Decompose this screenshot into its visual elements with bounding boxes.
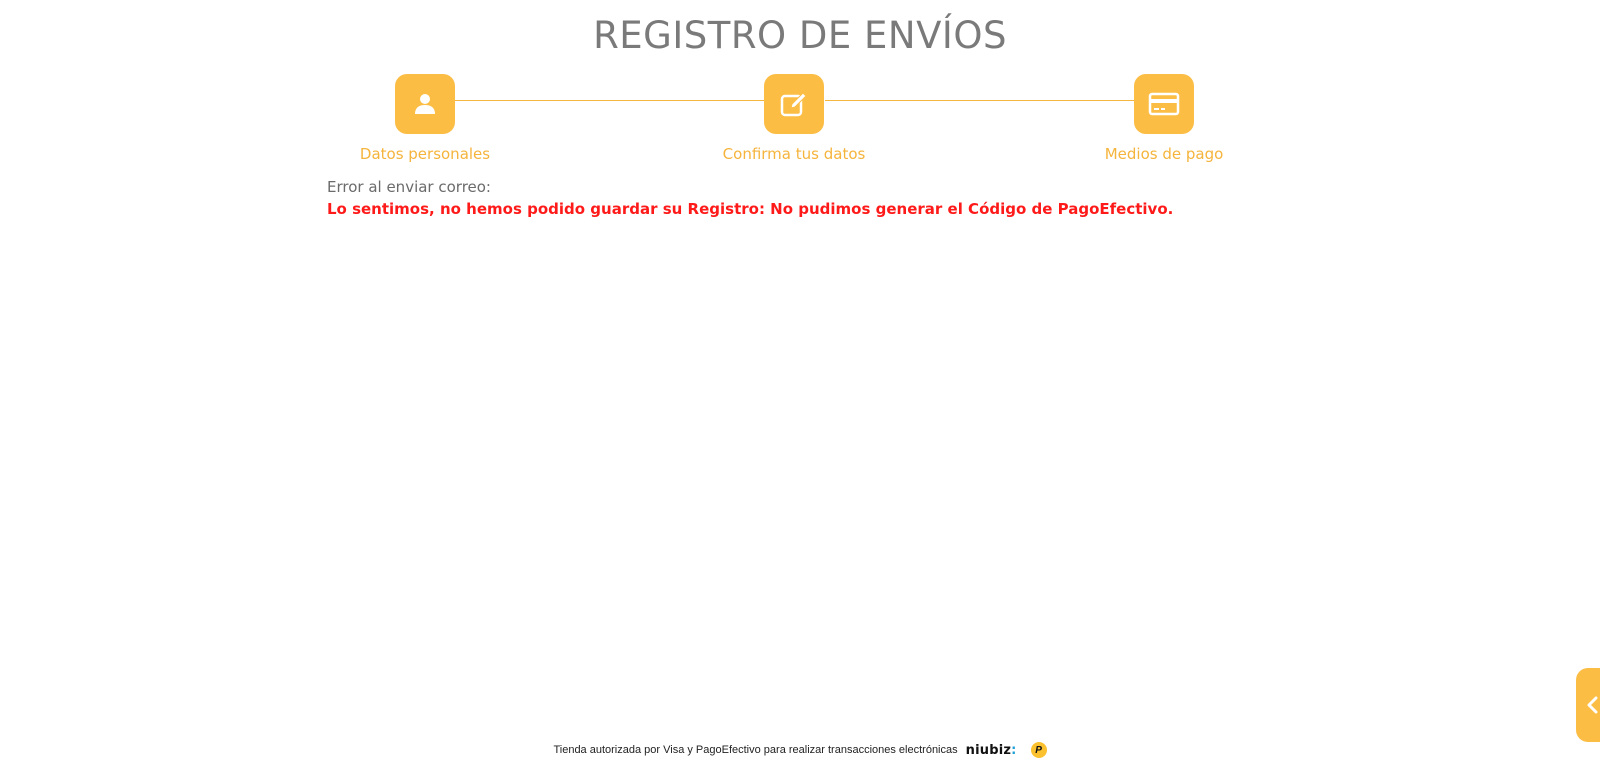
chevron-left-icon bbox=[1587, 696, 1598, 714]
error-label: Error al enviar correo: bbox=[327, 178, 491, 196]
error-message: Lo sentimos, no hemos podido guardar su … bbox=[327, 200, 1174, 218]
step-medios-pago-button[interactable] bbox=[1134, 74, 1194, 134]
edit-icon bbox=[780, 92, 807, 117]
step-connector-1 bbox=[455, 100, 765, 101]
pagoefectivo-logo: P bbox=[1030, 742, 1047, 758]
step-label-medios-pago[interactable]: Medios de pago bbox=[1044, 145, 1284, 163]
niubiz-logo: niubiz: bbox=[966, 743, 1017, 758]
niubiz-dots: : bbox=[1011, 742, 1017, 758]
page-title: REGISTRO DE ENVÍOS bbox=[593, 14, 1007, 57]
step-datos-personales-button[interactable] bbox=[395, 74, 455, 134]
step-connector-2 bbox=[825, 100, 1135, 101]
step-label-datos-personales[interactable]: Datos personales bbox=[305, 145, 545, 163]
step-label-confirma-datos[interactable]: Confirma tus datos bbox=[674, 145, 914, 163]
credit-card-icon bbox=[1148, 92, 1180, 116]
niubiz-wordmark: niubiz bbox=[965, 742, 1012, 758]
user-icon bbox=[415, 94, 435, 114]
side-panel-toggle-button[interactable] bbox=[1576, 668, 1600, 742]
footer: Tienda autorizada por Visa y PagoEfectiv… bbox=[0, 742, 1600, 758]
footer-text: Tienda autorizada por Visa y PagoEfectiv… bbox=[553, 744, 958, 756]
step-confirma-datos-button[interactable] bbox=[764, 74, 824, 134]
page: REGISTRO DE ENVÍOS Datos personales Conf… bbox=[0, 0, 1600, 767]
